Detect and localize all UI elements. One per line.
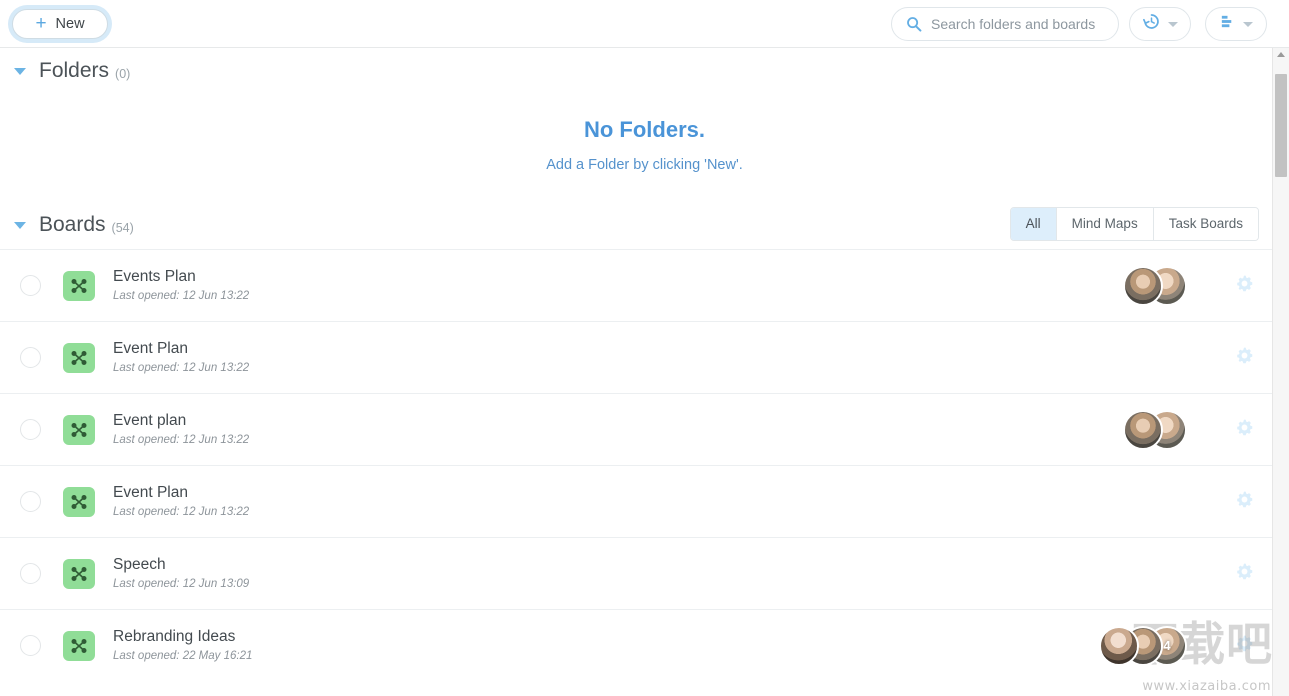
board-last-opened: Last opened: 12 Jun 13:22 [113, 289, 250, 302]
plus-icon: + [35, 12, 47, 34]
board-title[interactable]: Speech [113, 555, 249, 575]
board-settings-button[interactable] [1221, 418, 1267, 442]
new-button-label: New [55, 16, 85, 32]
search-input[interactable] [931, 16, 1109, 32]
recent-history-button[interactable] [1129, 7, 1191, 41]
board-settings-button[interactable] [1221, 274, 1267, 298]
triangle-up-icon[interactable] [1277, 52, 1285, 57]
board-select-checkbox[interactable] [20, 635, 41, 656]
board-row-text: Speech Last opened: 12 Jun 13:09 [113, 555, 249, 593]
mind-map-board-icon [63, 270, 95, 301]
chevron-down-icon [1243, 21, 1253, 27]
board-select-checkbox[interactable] [20, 419, 41, 440]
board-row[interactable]: Event Plan Last opened: 12 Jun 13:22 [0, 321, 1289, 393]
board-last-opened: Last opened: 12 Jun 13:22 [113, 505, 250, 518]
board-settings-button[interactable] [1221, 490, 1267, 514]
boards-section-title: Boards [39, 213, 106, 236]
history-clock-icon [1142, 12, 1161, 36]
board-row-text: Event Plan Last opened: 12 Jun 13:22 [113, 483, 249, 521]
board-row-actions [1123, 250, 1289, 321]
filter-button-all[interactable]: All [1010, 208, 1057, 240]
boards-section-header: Boards (54) All Mind Maps Task Boards [0, 201, 1289, 249]
board-collaborator-avatars [1123, 265, 1187, 307]
board-type-filter-group: All Mind Maps Task Boards [1009, 207, 1259, 241]
gear-icon [1235, 418, 1254, 442]
avatar[interactable] [1123, 409, 1163, 450]
board-title[interactable]: Event Plan [113, 339, 249, 359]
board-row-text: Event plan Last opened: 12 Jun 13:22 [113, 411, 249, 449]
board-settings-button[interactable] [1221, 634, 1267, 658]
board-row-text: Events Plan Last opened: 12 Jun 13:22 [113, 267, 249, 305]
folders-section-header: Folders (0) [0, 48, 1289, 94]
filter-button-task-boards[interactable]: Task Boards [1153, 208, 1258, 240]
top-toolbar: + New [0, 0, 1289, 48]
board-title[interactable]: Events Plan [113, 267, 249, 287]
board-last-opened: Last opened: 12 Jun 13:22 [113, 361, 250, 374]
board-settings-button[interactable] [1221, 346, 1267, 370]
board-title[interactable]: Event plan [113, 411, 249, 431]
new-button-inner: + New [12, 9, 108, 39]
search-icon [906, 16, 922, 32]
board-select-checkbox[interactable] [20, 563, 41, 584]
board-title[interactable]: Event Plan [113, 483, 249, 503]
board-row[interactable]: Event Plan Last opened: 12 Jun 13:22 [0, 465, 1289, 537]
new-button[interactable]: + New [8, 5, 112, 43]
folders-section-title: Folders [39, 59, 110, 82]
boards-count: (54) [111, 221, 134, 235]
board-row-text: Rebranding Ideas Last opened: 22 May 16:2… [113, 627, 252, 665]
gear-icon [1235, 634, 1254, 658]
board-title[interactable]: Rebranding Ideas [113, 627, 252, 647]
folders-empty-subtitle: Add a Folder by clicking 'New'. [546, 157, 743, 173]
board-select-checkbox[interactable] [20, 347, 41, 368]
content-scroll-area: Folders (0) No Folders. Add a Folder by … [0, 48, 1289, 695]
folders-empty-title: No Folders. [583, 117, 705, 142]
avatar[interactable] [1123, 265, 1163, 306]
board-select-checkbox[interactable] [20, 275, 41, 296]
board-last-opened: Last opened: 12 Jun 13:22 [113, 433, 250, 446]
board-row[interactable]: Event plan Last opened: 12 Jun 13:22 [0, 393, 1289, 465]
board-last-opened: Last opened: 22 May 16:21 [113, 649, 253, 662]
board-row-actions [1123, 394, 1289, 465]
gear-icon [1235, 562, 1254, 586]
mind-map-board-icon [63, 486, 95, 517]
vertical-scrollbar[interactable] [1272, 48, 1289, 696]
folders-collapse-toggle-icon[interactable] [14, 67, 26, 75]
scrollbar-thumb[interactable] [1275, 74, 1287, 177]
folders-empty-state: No Folders. Add a Folder by clicking 'Ne… [0, 94, 1289, 173]
gear-icon [1235, 274, 1254, 298]
gear-icon [1235, 346, 1254, 370]
board-row[interactable]: Events Plan Last opened: 12 Jun 13:22 [0, 249, 1289, 321]
mind-map-board-icon [63, 414, 95, 445]
board-last-opened: Last opened: 12 Jun 13:09 [113, 577, 250, 590]
chevron-down-icon [1168, 21, 1178, 27]
mind-map-board-icon [63, 342, 95, 373]
board-row[interactable]: Speech Last opened: 12 Jun 13:09 [0, 537, 1289, 609]
board-select-checkbox[interactable] [20, 491, 41, 512]
mind-map-board-icon [63, 558, 95, 589]
board-row-actions: 4 [1099, 610, 1289, 681]
folders-count: (0) [115, 67, 131, 81]
board-row[interactable]: Rebranding Ideas Last opened: 22 May 16:2… [0, 609, 1289, 681]
avatar[interactable] [1099, 625, 1139, 666]
sort-button[interactable] [1205, 7, 1267, 41]
board-collaborator-avatars [1123, 409, 1187, 451]
mind-map-board-icon [63, 630, 95, 661]
sort-bars-icon [1219, 13, 1236, 35]
board-collaborator-avatars: 4 [1099, 625, 1187, 667]
filter-button-mind-maps[interactable]: Mind Maps [1056, 208, 1154, 240]
board-list: Events Plan Last opened: 12 Jun 13:22 Even… [0, 249, 1289, 681]
gear-icon [1235, 490, 1254, 514]
board-settings-button[interactable] [1221, 562, 1267, 586]
search-box[interactable] [891, 7, 1119, 41]
boards-collapse-toggle-icon[interactable] [14, 221, 26, 229]
board-row-text: Event Plan Last opened: 12 Jun 13:22 [113, 339, 249, 377]
